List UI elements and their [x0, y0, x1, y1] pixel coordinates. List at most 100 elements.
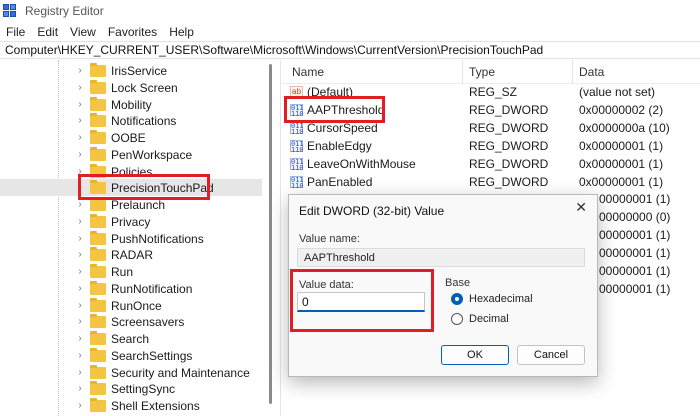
menu-help[interactable]: Help — [163, 25, 200, 39]
hexadecimal-radio[interactable] — [451, 293, 463, 305]
value-data-partial: 00000001 (1) — [599, 264, 671, 278]
value-name: PanEnabled — [307, 175, 373, 189]
chevron-right-icon[interactable]: › — [74, 283, 86, 294]
tree-item[interactable]: › SettingSync — [0, 380, 175, 397]
column-separator[interactable] — [572, 60, 573, 84]
tree-item-label: PrecisionTouchPad — [111, 180, 214, 195]
chevron-right-icon[interactable]: › — [74, 182, 86, 193]
decimal-radio[interactable] — [451, 313, 463, 325]
value-data-input[interactable]: 0 — [297, 292, 425, 312]
value-data: 0x00000001 (1) — [579, 157, 664, 171]
address-bar[interactable]: Computer\HKEY_CURRENT_USER\Software\Micr… — [0, 41, 700, 59]
tree-item[interactable]: › Security and Maintenance — [0, 364, 250, 381]
base-label: Base — [445, 277, 471, 289]
value-row[interactable]: 011 110 AAPThreshold REG_DWORD 0x00000002 (2… — [282, 102, 700, 119]
tree-item-label: Policies — [111, 164, 153, 179]
cancel-button[interactable]: Cancel — [517, 345, 585, 365]
value-data-partial: 00000001 (1) — [599, 282, 671, 296]
value-type: REG_DWORD — [469, 121, 549, 135]
chevron-right-icon[interactable]: › — [74, 216, 86, 227]
tree-item[interactable]: › RunNotification — [0, 280, 192, 297]
tree-item[interactable]: › Shell Extensions — [0, 397, 200, 414]
chevron-right-icon[interactable]: › — [74, 316, 86, 327]
tree-item-label: SearchSettings — [111, 348, 193, 363]
column-separator[interactable] — [462, 60, 463, 84]
value-row[interactable]: 011 110 EnableEdgy REG_DWORD 0x00000001 (1) — [282, 138, 700, 155]
tree-item-label: Prelaunch — [111, 197, 166, 212]
tree-item[interactable]: › PenWorkspace — [0, 146, 192, 163]
column-name-header[interactable]: Name — [292, 65, 324, 79]
folder-icon — [90, 179, 106, 194]
tree-item[interactable]: › Prelaunch — [0, 196, 165, 213]
chevron-right-icon[interactable]: › — [74, 166, 86, 177]
value-type: REG_SZ — [469, 85, 518, 99]
value-row[interactable]: 011 110 LeaveOnWithMouse REG_DWORD 0x0000000… — [282, 156, 700, 173]
chevron-right-icon[interactable]: › — [74, 99, 86, 110]
chevron-right-icon[interactable]: › — [74, 383, 86, 394]
tree-item[interactable]: › Policies — [0, 163, 152, 180]
dword-value-icon: 011 110 — [290, 158, 304, 172]
chevron-right-icon[interactable]: › — [74, 115, 86, 126]
chevron-right-icon[interactable]: › — [74, 199, 86, 210]
menu-file[interactable]: File — [0, 25, 31, 39]
tree-item[interactable]: › OOBE — [0, 129, 146, 146]
hexadecimal-option[interactable]: Hexadecimal — [451, 293, 533, 305]
tree-item[interactable]: › Search — [0, 330, 149, 347]
folder-icon — [90, 347, 106, 362]
tree-item[interactable]: › RADAR — [0, 246, 153, 263]
chevron-right-icon[interactable]: › — [74, 300, 86, 311]
value-name: CursorSpeed — [307, 121, 378, 135]
chevron-right-icon[interactable]: › — [74, 367, 86, 378]
tree-item[interactable]: › Lock Screen — [0, 79, 178, 96]
menu-view[interactable]: View — [64, 25, 102, 39]
chevron-right-icon[interactable]: › — [74, 266, 86, 277]
tree-item[interactable]: › Privacy — [0, 213, 150, 230]
chevron-right-icon[interactable]: › — [74, 82, 86, 93]
chevron-right-icon[interactable]: › — [74, 132, 86, 143]
tree-item[interactable]: › Mobility — [0, 96, 152, 113]
chevron-right-icon[interactable]: › — [74, 333, 86, 344]
value-row[interactable]: 011 110 CursorSpeed REG_DWORD 0x0000000a (10… — [282, 120, 700, 137]
value-data-partial: 00000000 (0) — [599, 210, 671, 224]
value-data-partial: 00000001 (1) — [599, 246, 671, 260]
decimal-option[interactable]: Decimal — [451, 313, 509, 325]
menu-favorites[interactable]: Favorites — [102, 25, 163, 39]
column-data-header[interactable]: Data — [579, 65, 604, 79]
tree-item-label: PushNotifications — [111, 231, 204, 246]
tree-item[interactable]: › PushNotifications — [0, 230, 204, 247]
tree-item[interactable]: › Run — [0, 263, 133, 280]
tree-item-label: Security and Maintenance — [111, 365, 250, 380]
tree-item[interactable]: › Notifications — [0, 112, 176, 129]
value-row[interactable]: 011 110 PanEnabled REG_DWORD 0x00000001 (1) — [282, 174, 700, 191]
tree-item[interactable]: › SearchSettings — [0, 347, 192, 364]
chevron-right-icon[interactable]: › — [74, 65, 86, 76]
menu-edit[interactable]: Edit — [31, 25, 64, 39]
folder-icon — [90, 330, 106, 345]
chevron-right-icon[interactable]: › — [74, 400, 86, 411]
value-name-label: Value name: — [299, 233, 360, 245]
chevron-right-icon[interactable]: › — [74, 249, 86, 260]
value-row[interactable]: ab (Default) REG_SZ (value not set) — [282, 84, 700, 101]
chevron-right-icon[interactable]: › — [74, 149, 86, 160]
value-data-label: Value data: — [299, 279, 354, 291]
tree-scrollbar-thumb[interactable] — [269, 64, 272, 404]
chevron-right-icon[interactable]: › — [74, 350, 86, 361]
value-name: LeaveOnWithMouse — [307, 157, 416, 171]
menu-bar: File Edit View Favorites Help — [0, 22, 200, 42]
column-type-header[interactable]: Type — [469, 65, 495, 79]
tree-scrollbar[interactable] — [263, 60, 277, 416]
value-data: 0x00000001 (1) — [579, 139, 664, 153]
tree-item[interactable]: › RunOnce — [0, 297, 162, 314]
chevron-right-icon[interactable]: › — [74, 233, 86, 244]
tree-item[interactable]: › IrisService — [0, 62, 167, 79]
value-type: REG_DWORD — [469, 157, 549, 171]
folder-icon — [90, 196, 106, 211]
ok-button[interactable]: OK — [441, 345, 509, 365]
dword-value-icon: 011 110 — [290, 176, 304, 190]
tree-item[interactable]: › PrecisionTouchPad — [0, 179, 262, 196]
value-data: 0x0000000a (10) — [579, 121, 670, 135]
close-icon[interactable]: ✕ — [575, 199, 587, 216]
tree-item-label: Shell Extensions — [111, 398, 200, 413]
tree-item-label: SettingSync — [111, 381, 176, 396]
tree-item[interactable]: › Screensavers — [0, 313, 184, 330]
